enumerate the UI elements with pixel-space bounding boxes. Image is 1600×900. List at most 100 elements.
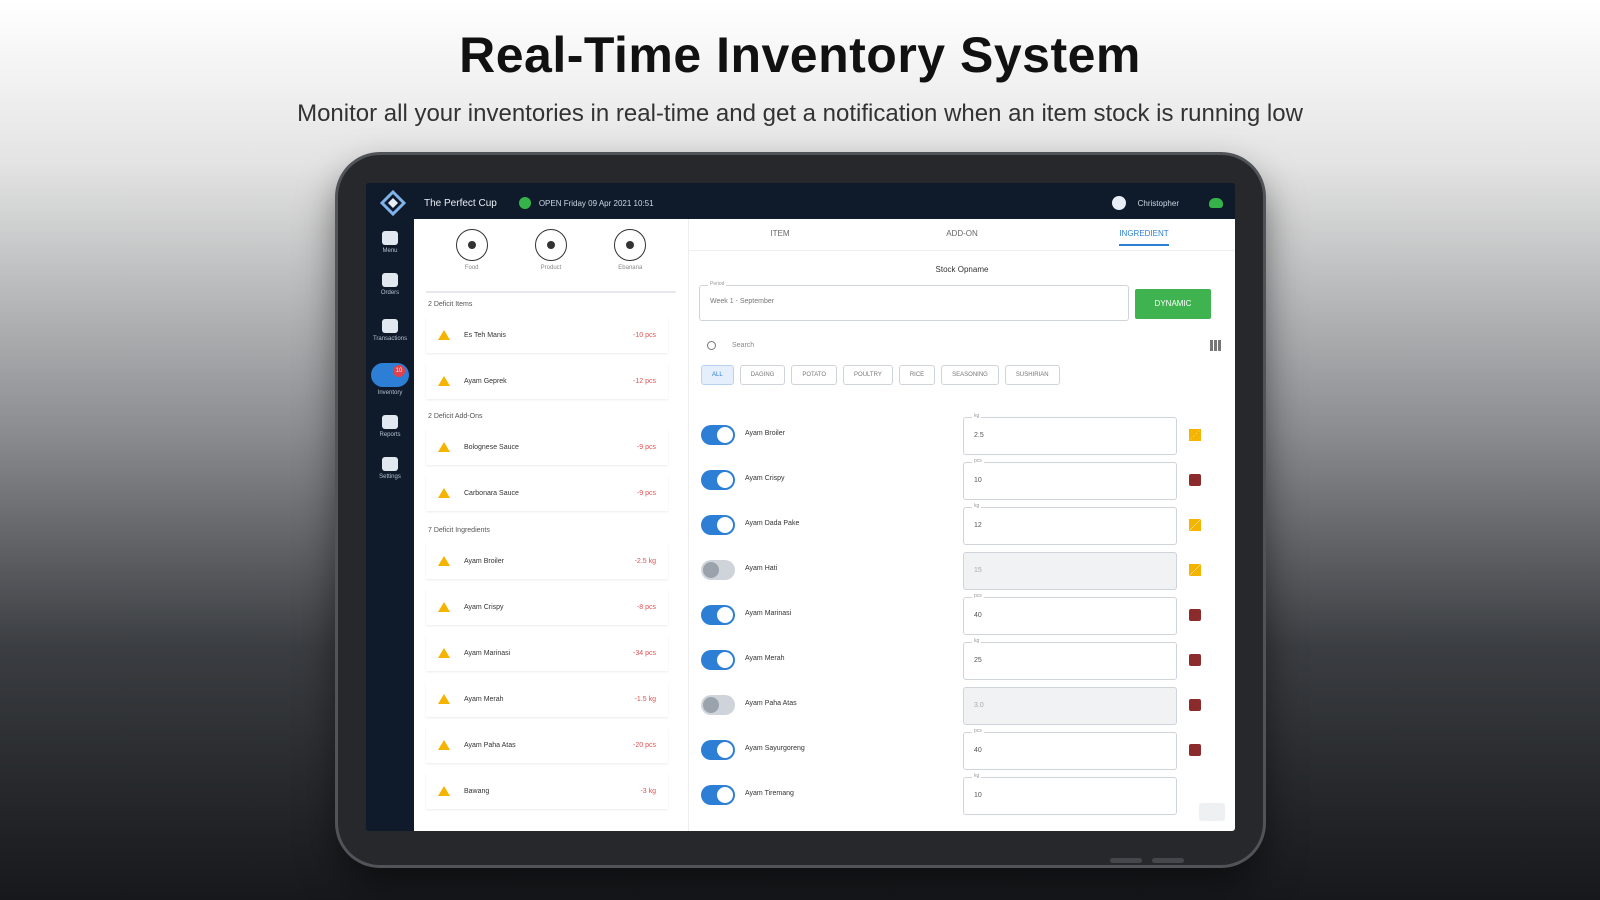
- tablet-button: [1152, 858, 1184, 863]
- quantity-input[interactable]: kg 25: [963, 638, 1177, 680]
- box-icon[interactable]: [1189, 654, 1201, 666]
- ingredient-toggle[interactable]: [701, 650, 735, 670]
- shortcut-product[interactable]: Product: [521, 229, 581, 285]
- quantity-value: 40: [974, 612, 982, 619]
- user-name[interactable]: Christopher: [1138, 199, 1179, 208]
- ingredient-toggle[interactable]: [701, 695, 735, 715]
- list-item[interactable]: Carbonara Sauce -9 pcs: [426, 475, 668, 511]
- hero-subtitle: Monitor all your inventories in real-tim…: [297, 100, 1303, 127]
- keyboard-icon[interactable]: [1199, 803, 1225, 821]
- hourglass-icon[interactable]: [1189, 519, 1201, 531]
- ingredient-toggle[interactable]: [701, 785, 735, 805]
- sidebar-item-orders[interactable]: Orders: [366, 273, 414, 296]
- item-qty: -2.5 kg: [634, 557, 656, 565]
- section-header: 7 Deficit Ingredients: [428, 527, 490, 534]
- stock-opname-title: Stock Opname: [935, 265, 989, 274]
- category-chips: ALL DAGING POTATO POULTRY RICE SEASONING…: [701, 365, 1060, 385]
- ingredient-row: Ayam Paha Atas 3.0: [701, 685, 1227, 725]
- warning-icon: [438, 442, 450, 452]
- sidebar-item-settings[interactable]: Settings: [366, 457, 414, 480]
- chip-sushirian[interactable]: SUSHIRIAN: [1004, 365, 1060, 385]
- ingredient-row: Ayam Hati 15: [701, 550, 1227, 590]
- shortcut-ebanana[interactable]: Ebanana: [600, 229, 660, 285]
- box-icon[interactable]: [1189, 699, 1201, 711]
- quantity-input[interactable]: pcs 40: [963, 593, 1177, 635]
- list-item[interactable]: Ayam Paha Atas -20 pcs: [426, 727, 668, 763]
- item-name: Ayam Crispy: [464, 603, 504, 611]
- sidebar-item-inventory[interactable]: 10 Inventory: [366, 363, 414, 396]
- quantity-input[interactable]: kg 10: [963, 773, 1177, 815]
- box-icon[interactable]: [1189, 474, 1201, 486]
- quantity-input[interactable]: pcs 40: [963, 728, 1177, 770]
- ingredient-toggle[interactable]: [701, 425, 735, 445]
- list-item[interactable]: Ayam Broiler -2.5 kg: [426, 543, 668, 579]
- quantity-input[interactable]: 15: [963, 552, 1177, 590]
- ingredient-toggle[interactable]: [701, 470, 735, 490]
- search-input[interactable]: Search: [732, 342, 1210, 349]
- search-bar[interactable]: Search: [707, 337, 1221, 353]
- list-item[interactable]: Bawang -3 kg: [426, 773, 668, 809]
- cloud-sync-icon[interactable]: [1209, 198, 1223, 208]
- ingredient-toggle[interactable]: [701, 515, 735, 535]
- shortcut-food[interactable]: Food: [442, 229, 502, 285]
- open-status-text: OPEN Friday 09 Apr 2021 10:51: [538, 198, 654, 208]
- item-name: Ayam Merah: [464, 695, 504, 703]
- ingredient-row: Ayam Broiler kg 2.5: [701, 413, 1227, 455]
- ingredient-row: Ayam Tiremang kg 10: [701, 773, 1227, 815]
- quantity-value: 40: [974, 747, 982, 754]
- chip-all[interactable]: ALL: [701, 365, 734, 385]
- tablet-frame: The Perfect Cup OPEN Friday 09 Apr 2021 …: [338, 155, 1263, 865]
- quantity-value: 10: [974, 792, 982, 799]
- quantity-input[interactable]: kg 12: [963, 503, 1177, 545]
- list-item[interactable]: Ayam Marinasi -34 pcs: [426, 635, 668, 671]
- shortcut-label: Product: [540, 265, 562, 271]
- period-select[interactable]: Period Week 1 - September: [699, 281, 1129, 321]
- ingredient-name: Ayam Paha Atas: [745, 700, 797, 707]
- list-item[interactable]: Ayam Merah -1.5 kg: [426, 681, 668, 717]
- tab-label: ADD-ON: [946, 229, 978, 238]
- grid-view-icon[interactable]: [1210, 339, 1221, 351]
- tab-item[interactable]: ITEM: [689, 219, 871, 250]
- dynamic-button[interactable]: DYNAMIC: [1135, 289, 1211, 319]
- divider: [426, 291, 676, 293]
- user-avatar-icon[interactable]: [1111, 196, 1126, 210]
- chip-seasoning[interactable]: SEASONING: [941, 365, 999, 385]
- sidebar-item-label: Inventory: [377, 390, 403, 396]
- warning-icon: [438, 648, 450, 658]
- warning-icon: [438, 694, 450, 704]
- quantity-input[interactable]: 3.0: [963, 687, 1177, 725]
- list-item[interactable]: Ayam Geprek -12 pcs: [426, 363, 668, 399]
- chip-poultry[interactable]: POULTRY: [843, 365, 893, 385]
- ingredient-toggle[interactable]: [701, 560, 735, 580]
- tab-label: INGREDIENT: [1119, 229, 1169, 246]
- list-item[interactable]: Ayam Crispy -8 pcs: [426, 589, 668, 625]
- hourglass-icon[interactable]: [1189, 429, 1201, 441]
- sidebar-item-menu[interactable]: Menu: [366, 231, 414, 254]
- store-name: The Perfect Cup: [424, 197, 497, 209]
- top-bar: The Perfect Cup OPEN Friday 09 Apr 2021 …: [366, 183, 1235, 223]
- sidebar-item-transactions[interactable]: Transactions: [366, 319, 414, 342]
- ingredient-toggle[interactable]: [701, 740, 735, 760]
- hourglass-icon[interactable]: [1189, 564, 1201, 576]
- chip-potato[interactable]: POTATO: [791, 365, 838, 385]
- quantity-input[interactable]: pcs 10: [963, 458, 1177, 500]
- list-item[interactable]: Es Teh Manis -10 pcs: [426, 317, 668, 353]
- tab-ingredient[interactable]: INGREDIENT: [1053, 219, 1235, 250]
- open-status-icon: [518, 197, 531, 209]
- sidebar-item-label: Transactions: [372, 336, 408, 342]
- box-icon[interactable]: [1189, 744, 1201, 756]
- inventory-badge: 10: [393, 365, 405, 377]
- item-qty: -8 pcs: [636, 603, 656, 611]
- ingredient-row: Ayam Crispy pcs 10: [701, 458, 1227, 500]
- list-item[interactable]: Bolognese Sauce -9 pcs: [426, 429, 668, 465]
- quantity-unit: pcs: [972, 458, 984, 464]
- quantity-input[interactable]: kg 2.5: [963, 413, 1177, 455]
- sidebar-item-reports[interactable]: Reports: [366, 415, 414, 438]
- ingredient-toggle[interactable]: [701, 605, 735, 625]
- ingredient-name: Ayam Marinasi: [745, 610, 792, 617]
- shortcut-bar: Food Product Ebanana: [432, 229, 670, 285]
- chip-daging[interactable]: DAGING: [739, 365, 786, 385]
- chip-rice[interactable]: RICE: [898, 365, 936, 385]
- tab-add-on[interactable]: ADD-ON: [871, 219, 1053, 250]
- box-icon[interactable]: [1189, 609, 1201, 621]
